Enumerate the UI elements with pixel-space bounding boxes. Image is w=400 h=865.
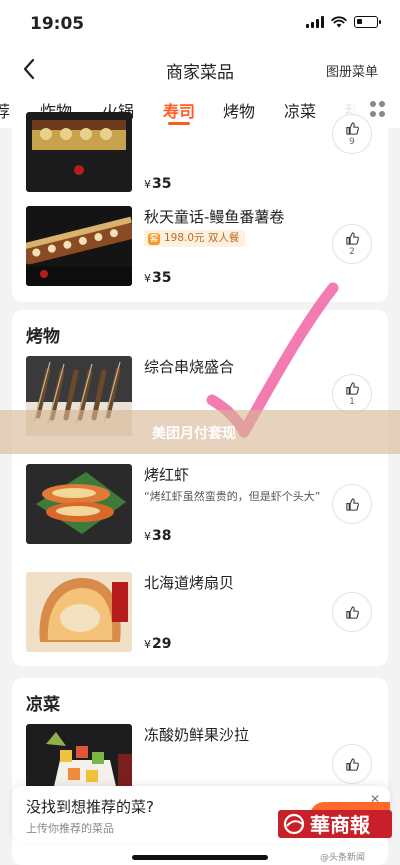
grill-section: 烤物 综合串烧盛合 1 烤红虾 “烤红虾虽然蛮贵的，但是虾个头大” ¥38 北海… [12, 310, 388, 666]
dish-name: 北海道烤扇贝 [144, 574, 235, 592]
banner-title: 没找到想推荐的菜? [26, 798, 154, 816]
like-button[interactable]: 2 [332, 224, 372, 264]
dish-image [26, 464, 132, 544]
dish-item[interactable]: ¥35 9 [12, 112, 388, 212]
signal-icon [306, 16, 324, 28]
close-icon[interactable]: ✕ [368, 792, 382, 806]
thumbs-up-icon [345, 605, 359, 619]
dish-item[interactable]: 秋天童话-鳗鱼番薯卷 套 198.0元 双人餐 ¥35 2 [12, 206, 388, 306]
banner-subtitle: 上传你推荐的菜品 [26, 822, 114, 835]
nav-bar: 商家菜品 图册菜单 [0, 46, 400, 92]
like-button[interactable]: 1 [332, 374, 372, 414]
dish-name: 冻酸奶鲜果沙拉 [144, 726, 250, 744]
source-watermark: @头条新闻 [320, 853, 366, 863]
set-meal-icon: 套 [148, 232, 160, 245]
dish-image [26, 572, 132, 652]
dish-name: 烤红虾 [144, 466, 190, 484]
battery-icon [354, 16, 381, 28]
section-title: 烤物 [26, 327, 60, 347]
dish-price: ¥35 [144, 176, 172, 192]
dish-image [26, 206, 132, 286]
caption-text: 美团月付套现 [152, 426, 236, 442]
set-meal-badge: 套 198.0元 双人餐 [144, 230, 246, 247]
dish-item[interactable]: 烤红虾 “烤红虾虽然蛮贵的，但是虾个头大” ¥38 [12, 464, 388, 564]
thumbs-up-icon [345, 497, 359, 511]
wifi-icon [331, 16, 347, 28]
dish-name: 秋天童话-鳗鱼番薯卷 [144, 208, 285, 226]
thumbs-up-icon [345, 382, 359, 395]
thumbs-up-icon [345, 122, 359, 135]
dish-price: ¥38 [144, 528, 172, 544]
svg-text:華商報: 華商報 [310, 813, 371, 837]
like-button[interactable]: 9 [332, 114, 372, 154]
dish-price: ¥35 [144, 270, 172, 286]
dish-image [26, 112, 132, 192]
thumbs-up-icon [345, 757, 359, 771]
status-bar: 19:05 [0, 0, 400, 46]
huashang-logo: 華商報 [278, 806, 392, 842]
like-button[interactable] [332, 484, 372, 524]
like-button[interactable] [332, 744, 372, 784]
like-button[interactable] [332, 592, 372, 632]
dish-item[interactable]: 北海道烤扇贝 ¥29 [12, 572, 388, 672]
thumbs-up-icon [345, 232, 359, 245]
sushi-section: ¥35 9 秋天童话-鳗鱼番薯卷 套 198.0元 双人餐 ¥35 2 [12, 112, 388, 302]
status-time: 19:05 [30, 14, 85, 34]
section-title: 凉菜 [26, 695, 60, 715]
tab-recommended[interactable]: 荐 [0, 98, 10, 122]
home-indicator [132, 855, 268, 860]
dish-name: 综合串烧盛合 [144, 358, 235, 376]
dish-review-quote: “烤红虾虽然蛮贵的，但是虾个头大” [144, 490, 321, 503]
status-icons [306, 16, 381, 28]
dish-price: ¥29 [144, 636, 172, 652]
album-menu-button[interactable]: 图册菜单 [326, 61, 378, 80]
